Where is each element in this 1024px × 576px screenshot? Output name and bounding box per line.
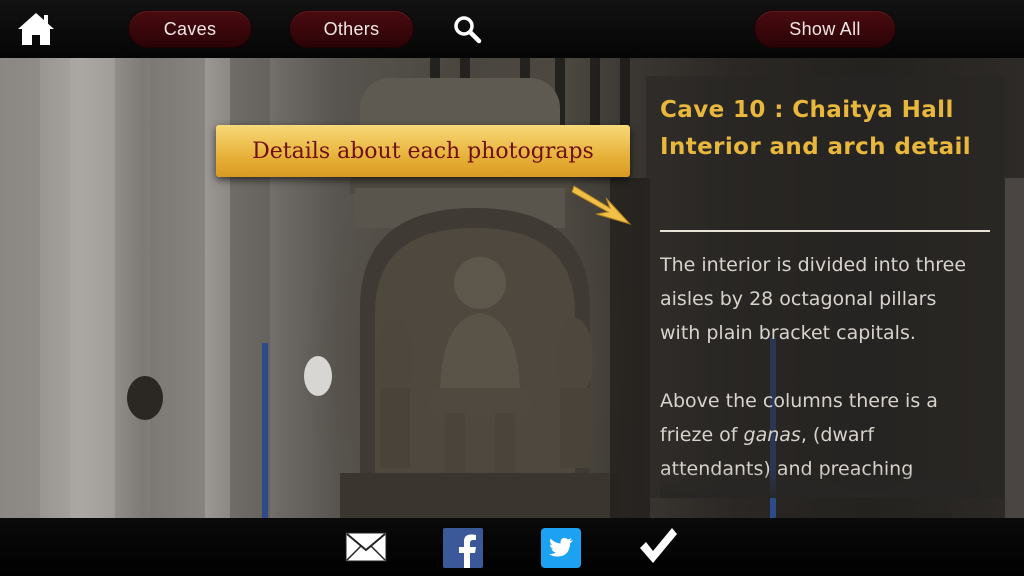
text-fade [660,470,980,498]
details-title: Cave 10 : Chaitya Hall Interior and arch… [660,97,972,160]
details-description[interactable]: The interior is divided into three aisle… [660,248,980,498]
checkmark-icon[interactable] [638,526,678,570]
show-all-button[interactable]: Show All [755,11,895,47]
arrow-icon [571,185,632,225]
others-button[interactable]: Others [290,11,413,47]
divider [660,230,990,232]
emphasis-text: ganas [743,424,801,446]
details-callout: Details about each photograps [216,125,630,177]
home-icon[interactable] [16,10,56,48]
photo-details-panel: Cave 10 : Chaitya Hall Interior and arch… [646,76,1004,498]
mail-icon[interactable] [345,530,387,568]
search-icon[interactable] [452,14,482,44]
caves-button[interactable]: Caves [129,11,251,47]
bottom-share-bar [0,518,1024,576]
facebook-icon[interactable] [443,528,483,572]
twitter-icon[interactable] [541,528,581,572]
details-paragraph: The interior is divided into three aisle… [660,254,967,344]
top-nav-bar: Caves Others Show All [0,0,1024,58]
